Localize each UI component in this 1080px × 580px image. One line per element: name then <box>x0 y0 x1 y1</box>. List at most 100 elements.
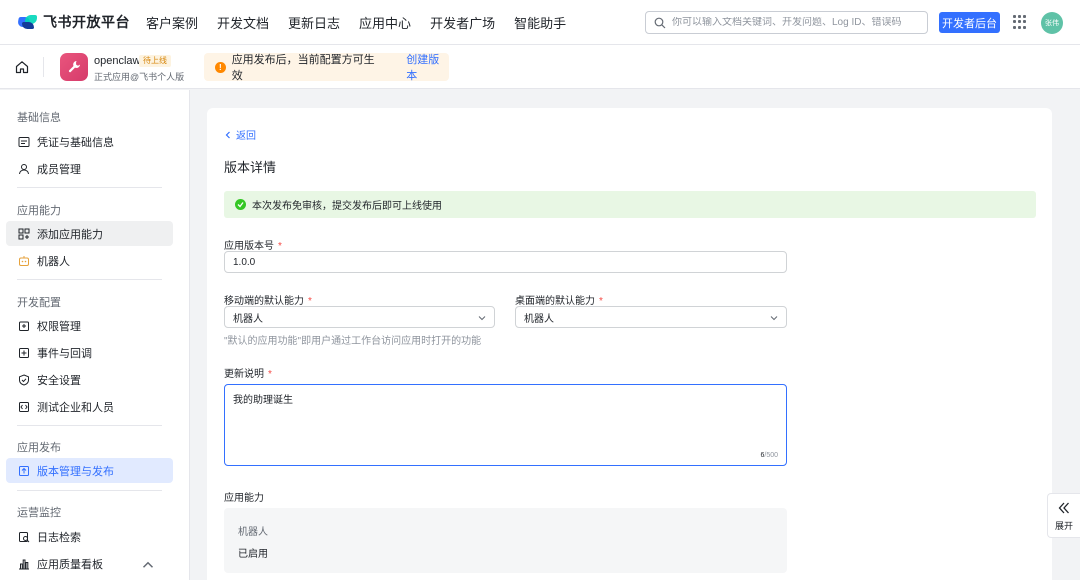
chevron-down-icon <box>770 316 778 321</box>
lock-icon <box>19 321 29 331</box>
nav-links: 客户案例 开发文档 更新日志 应用中心 开发者广场 智能助手 <box>146 13 566 32</box>
search-icon <box>654 17 666 28</box>
nav-link-assistant[interactable]: 智能助手 <box>514 13 566 32</box>
required-mark: * <box>268 369 272 380</box>
nav-link-cases[interactable]: 客户案例 <box>146 13 198 32</box>
divider <box>43 57 44 77</box>
sidebar-item-label: 版本管理与发布 <box>37 465 114 478</box>
sidebar-item-test-tenants[interactable]: 测试企业和人员 <box>6 394 173 419</box>
divider <box>17 490 162 491</box>
divider <box>17 425 162 426</box>
sidebar-section-title: 应用能力 <box>17 205 61 217</box>
sidebar-item-label: 成员管理 <box>37 163 81 176</box>
sidebar-item-label: 安全设置 <box>37 374 81 387</box>
mobile-default-select[interactable]: 机器人 <box>224 306 495 328</box>
chevron-up-icon[interactable] <box>142 559 154 571</box>
desktop-default-select[interactable]: 机器人 <box>515 306 787 328</box>
select-value: 机器人 <box>233 313 263 325</box>
event-icon <box>19 347 29 358</box>
nav-link-changelog[interactable]: 更新日志 <box>288 13 340 32</box>
sidebar-section-title: 运营监控 <box>17 507 61 519</box>
default-capability-hint: "默认的应用功能"即用户通过工作台访问应用时打开的功能 <box>224 336 482 347</box>
chevron-down-icon <box>478 316 486 321</box>
sidebar-item-events[interactable]: 事件与回调 <box>6 340 173 365</box>
sidebar-item-label: 权限管理 <box>37 320 81 333</box>
test-icon <box>19 401 29 412</box>
top-navigation: 飞书开放平台 客户案例 开发文档 更新日志 应用中心 开发者广场 智能助手 开发… <box>0 0 1080 45</box>
version-detail-card: 返回 版本详情 本次发布免审核，提交发布后即可上线使用 应用版本号* 移动端的默… <box>207 108 1052 580</box>
sidebar-item-add-capability[interactable]: 添加应用能力 <box>6 221 173 246</box>
home-icon[interactable] <box>15 60 29 74</box>
app-icon[interactable] <box>60 53 88 81</box>
sidebar-section-title: 应用发布 <box>17 442 61 454</box>
credential-icon <box>18 136 30 147</box>
sidebar-item-label: 事件与回调 <box>37 347 92 360</box>
sidebar-item-label: 日志检索 <box>37 531 81 544</box>
sidebar-item-robot[interactable]: 机器人 <box>6 248 173 273</box>
expand-panel-button[interactable]: 展开 <box>1047 493 1080 538</box>
page-title: 版本详情 <box>224 160 277 175</box>
user-icon <box>19 163 29 174</box>
sidebar-section-title: 开发配置 <box>17 297 61 309</box>
release-notes-label: 更新说明 * <box>224 369 272 380</box>
sidebar: 基础信息 凭证与基础信息 成员管理 应用能力 添加应用能力 机器人 开发配置 权… <box>0 90 190 580</box>
release-notes-field[interactable]: 我的助理诞生 6/500 <box>224 384 787 466</box>
sidebar-item-label: 凭证与基础信息 <box>37 136 114 149</box>
app-subtitle: 正式应用@飞书个人版 <box>94 72 185 82</box>
app-launcher-icon[interactable] <box>1013 15 1027 29</box>
capability-name: 机器人 <box>238 527 268 538</box>
review-exempt-banner: 本次发布免审核，提交发布后即可上线使用 <box>224 191 1036 218</box>
warning-icon: ! <box>215 61 226 73</box>
feishu-logo[interactable]: 飞书开放平台 <box>17 12 146 32</box>
char-counter: 6/500 <box>760 452 778 459</box>
back-link[interactable]: 返回 <box>224 127 256 142</box>
notice-text: 应用发布后，当前配置方可生效 <box>231 54 375 82</box>
mobile-default-label: 移动端的默认能力 * <box>224 296 312 307</box>
sidebar-section-title: 基础信息 <box>17 112 61 124</box>
developer-console-button[interactable]: 开发者后台 <box>939 12 1000 33</box>
divider <box>17 279 162 280</box>
user-avatar[interactable]: 张伟 <box>1041 12 1063 34</box>
nav-link-dev-square[interactable]: 开发者广场 <box>430 13 495 32</box>
search-box[interactable] <box>645 11 928 34</box>
chart-icon <box>19 559 29 569</box>
sidebar-item-permissions[interactable]: 权限管理 <box>6 313 173 338</box>
sidebar-item-members[interactable]: 成员管理 <box>6 156 173 181</box>
capability-status: 已启用 <box>238 549 268 560</box>
sidebar-item-security[interactable]: 安全设置 <box>6 367 173 392</box>
desktop-default-label: 桌面端的默认能力 * <box>515 296 603 307</box>
app-status-badge: 待上线 <box>139 55 171 67</box>
expand-label: 展开 <box>1054 521 1073 531</box>
nav-link-app-center[interactable]: 应用中心 <box>359 13 411 32</box>
publish-notice: ! 应用发布后，当前配置方可生效 创建版本 <box>204 51 449 83</box>
capabilities-box: 机器人 已启用 <box>224 508 787 573</box>
wrench-icon <box>68 61 80 73</box>
robot-icon <box>19 255 29 266</box>
create-version-link[interactable]: 创建版本 <box>406 51 449 83</box>
sidebar-item-version-release[interactable]: 版本管理与发布 <box>6 458 173 483</box>
select-value: 机器人 <box>524 313 554 325</box>
search-input[interactable] <box>672 17 912 28</box>
version-label: 应用版本号 * <box>224 241 282 252</box>
feishu-logo-icon <box>17 14 38 30</box>
sidebar-item-label: 添加应用能力 <box>37 228 103 241</box>
double-chevron-left-icon <box>1058 502 1069 514</box>
check-circle-icon <box>235 199 246 210</box>
log-search-icon <box>19 531 30 542</box>
capabilities-label: 应用能力 <box>224 493 264 504</box>
sidebar-item-label: 机器人 <box>37 255 70 268</box>
app-name: openclaw <box>94 55 141 67</box>
nav-link-docs[interactable]: 开发文档 <box>217 13 269 32</box>
version-input[interactable] <box>224 251 787 273</box>
banner-text: 本次发布免审核，提交发布后即可上线使用 <box>252 201 442 212</box>
sidebar-item-credentials[interactable]: 凭证与基础信息 <box>6 129 173 154</box>
shield-icon <box>19 373 29 386</box>
release-notes-textarea[interactable]: 我的助理诞生 <box>225 385 786 445</box>
logo-text: 飞书开放平台 <box>43 14 130 30</box>
grid-plus-icon <box>18 228 30 239</box>
sidebar-item-quality-dashboard[interactable]: 应用质量看板 <box>6 551 173 576</box>
chevron-left-icon <box>225 131 230 138</box>
sidebar-item-log-search[interactable]: 日志检索 <box>6 524 173 549</box>
divider <box>17 187 162 188</box>
app-header-bar: openclaw 待上线 正式应用@飞书个人版 ! 应用发布后，当前配置方可生效… <box>0 45 1080 89</box>
